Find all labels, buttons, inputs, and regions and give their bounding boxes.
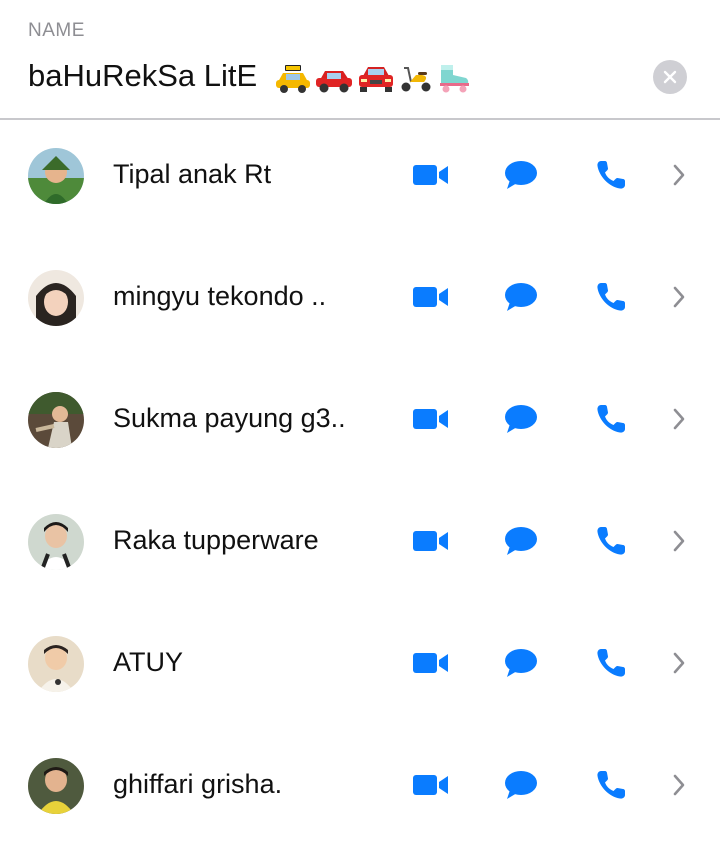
- chevron-right-icon: [673, 286, 685, 308]
- car-front-emoji-icon: [358, 66, 393, 92]
- group-name-value[interactable]: baHuRekSa LitE: [28, 58, 257, 93]
- avatar[interactable]: [28, 514, 84, 570]
- chevron-right-icon: [673, 408, 685, 430]
- close-icon: [663, 70, 677, 84]
- contact-details-chevron[interactable]: [664, 645, 694, 681]
- avatar[interactable]: [28, 758, 84, 814]
- contact-details-chevron[interactable]: [664, 401, 694, 437]
- message-button[interactable]: [500, 157, 542, 193]
- avatar[interactable]: [28, 148, 84, 204]
- video-camera-icon: [413, 165, 448, 185]
- video-camera-icon: [413, 287, 448, 307]
- phone-icon: [597, 405, 625, 433]
- message-button[interactable]: [500, 767, 542, 803]
- voice-call-button[interactable]: [590, 645, 632, 681]
- voice-call-button[interactable]: [590, 157, 632, 193]
- contact-name: ghiffari grisha.: [113, 769, 283, 799]
- name-label: NAME: [28, 20, 85, 41]
- avatar[interactable]: [28, 270, 84, 326]
- contact-name: mingyu tekondo ..: [113, 281, 327, 311]
- contact-name: Raka tupperware: [113, 525, 319, 555]
- car-emoji-icon: [315, 70, 352, 93]
- chat-bubble-icon: [505, 771, 537, 799]
- chevron-right-icon: [673, 164, 685, 186]
- video-camera-icon: [413, 409, 448, 429]
- video-call-button[interactable]: [410, 647, 452, 679]
- message-button[interactable]: [500, 645, 542, 681]
- contact-row[interactable]: ATUY: [0, 609, 720, 731]
- contact-details-chevron[interactable]: [664, 523, 694, 559]
- avatar[interactable]: [28, 392, 84, 448]
- video-call-button[interactable]: [410, 525, 452, 557]
- chat-bubble-icon: [505, 649, 537, 677]
- voice-call-button[interactable]: [590, 279, 632, 315]
- contact-name: ATUY: [113, 647, 184, 677]
- voice-call-button[interactable]: [590, 767, 632, 803]
- chat-bubble-icon: [505, 161, 537, 189]
- group-name-field[interactable]: baHuRekSa LitE: [0, 48, 720, 104]
- phone-icon: [597, 161, 625, 189]
- chevron-right-icon: [673, 652, 685, 674]
- contact-name: Tipal anak Rt: [113, 159, 272, 189]
- clear-name-button[interactable]: [653, 60, 687, 94]
- voice-call-button[interactable]: [590, 401, 632, 437]
- chevron-right-icon: [673, 530, 685, 552]
- message-button[interactable]: [500, 523, 542, 559]
- contact-details-chevron[interactable]: [664, 157, 694, 193]
- message-button[interactable]: [500, 401, 542, 437]
- contact-details-chevron[interactable]: [664, 279, 694, 315]
- group-name-value-wrap[interactable]: baHuRekSa LitE: [28, 58, 472, 94]
- phone-icon: [597, 649, 625, 677]
- chevron-right-icon: [673, 774, 685, 796]
- message-button[interactable]: [500, 279, 542, 315]
- group-name-emojis: [274, 62, 472, 94]
- taxi-emoji-icon: [275, 64, 310, 93]
- video-camera-icon: [413, 653, 448, 673]
- video-call-button[interactable]: [410, 159, 452, 191]
- header-divider: [0, 118, 720, 120]
- phone-icon: [597, 283, 625, 311]
- video-call-button[interactable]: [410, 403, 452, 435]
- chat-bubble-icon: [505, 405, 537, 433]
- contact-row[interactable]: ghiffari grisha.: [0, 731, 720, 853]
- video-camera-icon: [413, 531, 448, 551]
- voice-call-button[interactable]: [590, 523, 632, 559]
- contact-row[interactable]: Raka tupperware: [0, 487, 720, 609]
- video-call-button[interactable]: [410, 769, 452, 801]
- contact-details-chevron[interactable]: [664, 767, 694, 803]
- roller-skate-emoji-icon: [439, 64, 469, 93]
- phone-icon: [597, 527, 625, 555]
- avatar[interactable]: [28, 636, 84, 692]
- video-camera-icon: [413, 775, 448, 795]
- video-call-button[interactable]: [410, 281, 452, 313]
- contact-row[interactable]: Sukma payung g3..: [0, 365, 720, 487]
- phone-icon: [597, 771, 625, 799]
- chat-bubble-icon: [505, 283, 537, 311]
- contact-name: Sukma payung g3..: [113, 403, 346, 433]
- contact-row[interactable]: mingyu tekondo ..: [0, 243, 720, 365]
- contact-row[interactable]: Tipal anak Rt: [0, 121, 720, 243]
- chat-bubble-icon: [505, 527, 537, 555]
- scooter-emoji-icon: [401, 66, 431, 92]
